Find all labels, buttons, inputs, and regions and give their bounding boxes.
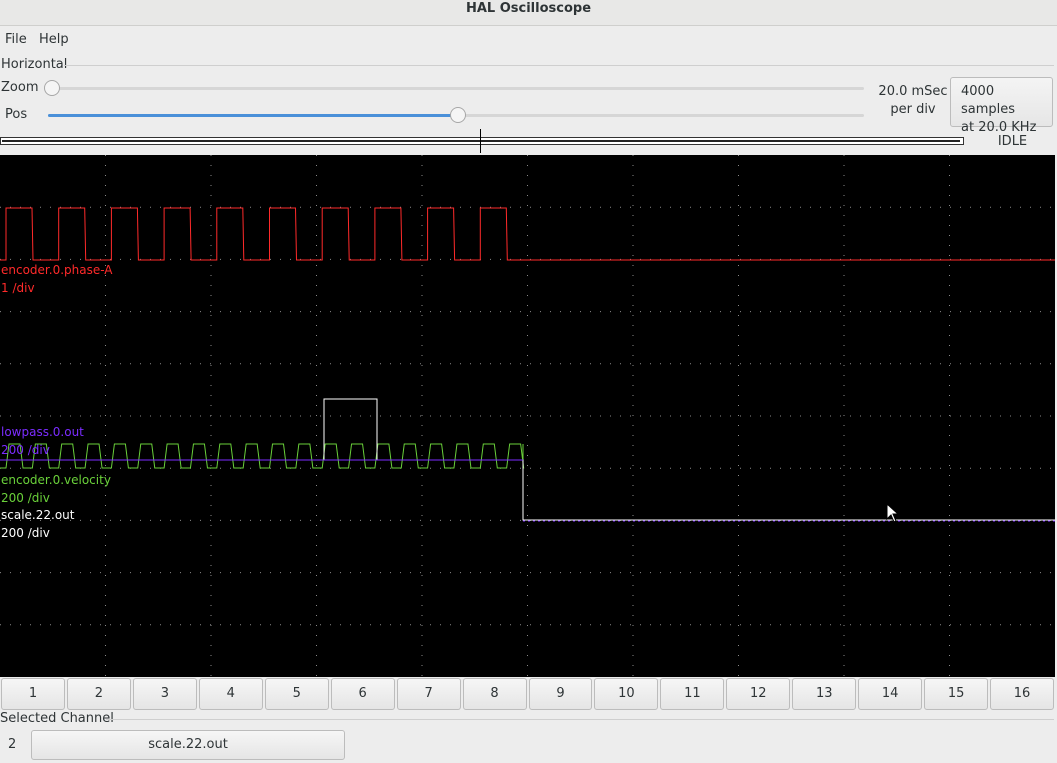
- trace-4-name: scale.22.out: [1, 508, 75, 522]
- trace-4-label: scale.22.out 200 /div: [1, 507, 74, 541]
- channel-button-6[interactable]: 6: [330, 678, 395, 710]
- trace-3-name: encoder.0.velocity: [1, 473, 111, 487]
- zoom-label: Zoom: [1, 80, 39, 95]
- channel-button-8[interactable]: 8: [462, 678, 527, 710]
- trace-2-name: lowpass.0.out: [1, 425, 84, 439]
- menu-help[interactable]: Help: [39, 32, 69, 47]
- channel-button-2[interactable]: 2: [66, 678, 131, 710]
- trace-3-scale: 200 /div: [1, 491, 50, 505]
- rate-line-1: 20.0 mSec: [878, 84, 948, 99]
- trace-1-label: encoder.0.phase-A 1 /div: [1, 262, 113, 296]
- trace-4-scale: 200 /div: [1, 526, 50, 540]
- trace-2-scale: 200 /div: [1, 443, 50, 457]
- trace-1-scale: 1 /div: [1, 281, 35, 295]
- channel-button-7[interactable]: 7: [396, 678, 461, 710]
- scope-display[interactable]: encoder.0.phase-A 1 /div lowpass.0.out 2…: [0, 155, 1055, 677]
- window-titlebar: HAL Oscilloscope: [0, 0, 1057, 26]
- pos-slider-fill: [48, 114, 458, 117]
- menubar: File Help: [0, 26, 1057, 54]
- channel-button-13[interactable]: 13: [792, 678, 857, 710]
- record-bar-buffer: [2, 140, 960, 142]
- samples-button[interactable]: 4000 samples at 20.0 KHz: [950, 77, 1053, 135]
- run-status: IDLE: [997, 134, 1028, 149]
- record-position-marker: [480, 129, 481, 153]
- channel-button-4[interactable]: 4: [198, 678, 263, 710]
- selected-channel-number: 2: [8, 737, 17, 752]
- group-divider: [64, 65, 1054, 66]
- channel-button-14[interactable]: 14: [858, 678, 923, 710]
- trace-2-label: lowpass.0.out 200 /div: [1, 424, 84, 458]
- zoom-slider-knob[interactable]: [44, 80, 60, 96]
- horizontal-group-label: Horizontal: [1, 57, 68, 72]
- pos-label: Pos: [5, 107, 28, 122]
- selected-channel-button[interactable]: scale.22.out: [31, 730, 345, 760]
- pos-slider-knob[interactable]: [450, 107, 466, 123]
- trace-1-name: encoder.0.phase-A: [1, 263, 113, 277]
- scope-canvas: [0, 155, 1055, 677]
- trace-3-label: encoder.0.velocity 200 /div: [1, 472, 111, 506]
- channel-button-5[interactable]: 5: [264, 678, 329, 710]
- channel-button-11[interactable]: 11: [660, 678, 725, 710]
- rate-line-2: per div: [890, 102, 936, 117]
- channel-button-1[interactable]: 1: [1, 678, 65, 710]
- window-title: HAL Oscilloscope: [465, 1, 592, 16]
- selected-divider: [106, 719, 1054, 720]
- channel-button-3[interactable]: 3: [132, 678, 197, 710]
- channel-button-16[interactable]: 16: [990, 678, 1054, 710]
- channel-button-15[interactable]: 15: [924, 678, 989, 710]
- record-position-bar[interactable]: [0, 137, 966, 147]
- channel-button-9[interactable]: 9: [528, 678, 593, 710]
- channel-button-12[interactable]: 12: [726, 678, 791, 710]
- channel-button-row: 1 2 3 4 5 6 7 8 9 10 11 12 13 14 15 16: [0, 678, 1057, 711]
- rate-readout: 20.0 mSec per div: [875, 83, 951, 119]
- selected-channel-label: Selected Channel: [0, 711, 114, 726]
- menu-file[interactable]: File: [5, 32, 27, 47]
- channel-button-10[interactable]: 10: [594, 678, 659, 710]
- samples-line-1: 4000 samples: [961, 84, 1016, 117]
- mouse-pointer-icon: [886, 503, 900, 523]
- zoom-slider-trough[interactable]: [48, 87, 864, 90]
